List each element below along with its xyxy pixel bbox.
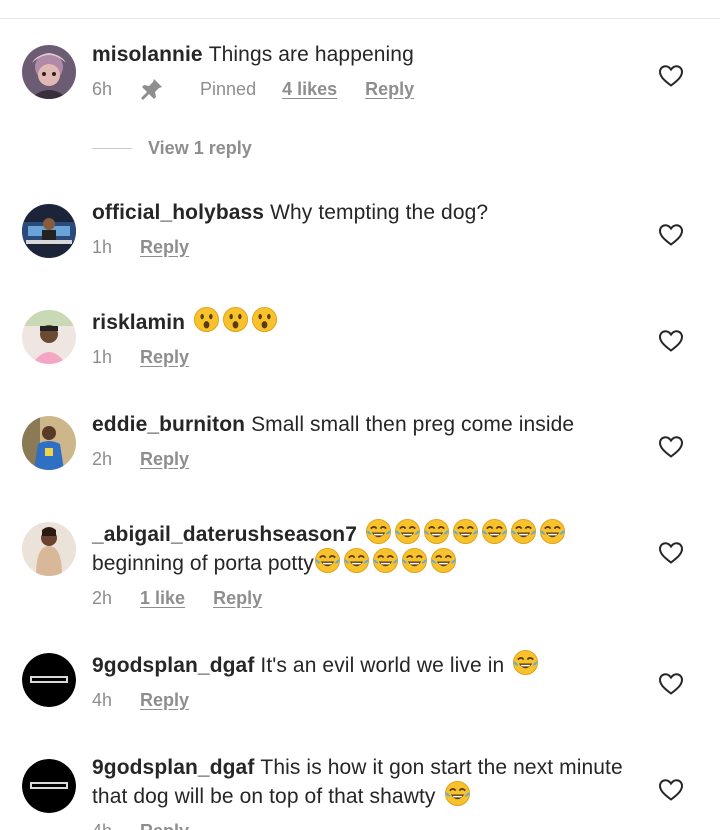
pinned-label: Pinned bbox=[140, 77, 256, 101]
emoji-group bbox=[444, 780, 471, 807]
tears-of-joy-emoji bbox=[510, 518, 537, 545]
reply-button[interactable]: Reply bbox=[213, 588, 262, 609]
avatar[interactable] bbox=[22, 522, 76, 576]
comment-username[interactable]: misolannie bbox=[92, 43, 203, 66]
emoji-group bbox=[512, 649, 539, 676]
reply-button[interactable]: Reply bbox=[140, 821, 189, 830]
reply-button[interactable]: Reply bbox=[365, 79, 414, 100]
heart-icon[interactable] bbox=[658, 435, 684, 459]
comment-text: Things are happening bbox=[208, 43, 414, 66]
heart-icon[interactable] bbox=[658, 541, 684, 565]
comment-text: It's an evil world we live in bbox=[260, 654, 505, 677]
heart-icon[interactable] bbox=[658, 329, 684, 353]
reply-button[interactable]: Reply bbox=[140, 690, 189, 711]
comment-username[interactable]: risklamin bbox=[92, 311, 185, 334]
avatar[interactable] bbox=[22, 45, 76, 99]
comment-username[interactable]: official_holybass bbox=[92, 201, 264, 224]
comment-username[interactable]: eddie_burniton bbox=[92, 413, 245, 436]
comment-text: Small small then preg come inside bbox=[251, 413, 575, 436]
avatar[interactable] bbox=[22, 653, 76, 707]
avatar[interactable] bbox=[22, 416, 76, 470]
tears-of-joy-emoji bbox=[481, 518, 508, 545]
tears-of-joy-emoji bbox=[394, 518, 421, 545]
view-replies-button[interactable]: View 1 reply bbox=[92, 138, 252, 159]
emoji-group bbox=[365, 518, 566, 545]
comment-time: 4h bbox=[92, 821, 112, 830]
heart-icon[interactable] bbox=[658, 672, 684, 696]
view-replies-line bbox=[92, 148, 132, 149]
tears-of-joy-emoji bbox=[444, 780, 471, 807]
tears-of-joy-emoji bbox=[365, 518, 392, 545]
comment-text: Why tempting the dog? bbox=[270, 201, 489, 224]
heart-icon[interactable] bbox=[658, 64, 684, 88]
tears-of-joy-emoji bbox=[539, 518, 566, 545]
comment-time: 1h bbox=[92, 236, 113, 257]
comment-time: 1h bbox=[92, 346, 113, 367]
comment-time: 2h bbox=[92, 587, 113, 608]
tears-of-joy-emoji bbox=[314, 547, 341, 574]
pin-icon bbox=[140, 77, 164, 101]
emoji-group bbox=[314, 547, 457, 574]
astonished-face-emoji bbox=[251, 306, 278, 333]
tears-of-joy-emoji bbox=[430, 547, 457, 574]
reply-button[interactable]: Reply bbox=[140, 449, 189, 470]
tears-of-joy-emoji bbox=[452, 518, 479, 545]
tears-of-joy-emoji bbox=[401, 547, 428, 574]
comment-time: 4h bbox=[92, 689, 113, 710]
tears-of-joy-emoji bbox=[372, 547, 399, 574]
heart-icon[interactable] bbox=[658, 778, 684, 802]
heart-icon[interactable] bbox=[658, 223, 684, 247]
reply-button[interactable]: Reply bbox=[140, 237, 189, 258]
likes-link[interactable]: 1 like bbox=[140, 588, 185, 609]
top-divider bbox=[0, 18, 720, 19]
tears-of-joy-emoji bbox=[343, 547, 370, 574]
comment-time: 2h bbox=[92, 448, 113, 469]
likes-link[interactable]: 4 likes bbox=[282, 79, 337, 100]
comment-username[interactable]: _abigail_daterushseason7 bbox=[92, 523, 357, 546]
emoji-group bbox=[193, 306, 278, 333]
avatar[interactable] bbox=[22, 204, 76, 258]
avatar[interactable] bbox=[22, 759, 76, 813]
comment-username[interactable]: 9godsplan_dgaf bbox=[92, 756, 254, 779]
comment-text: beginning of porta potty bbox=[92, 552, 314, 575]
astonished-face-emoji bbox=[222, 306, 249, 333]
avatar[interactable] bbox=[22, 310, 76, 364]
astonished-face-emoji bbox=[193, 306, 220, 333]
tears-of-joy-emoji bbox=[512, 649, 539, 676]
reply-button[interactable]: Reply bbox=[140, 347, 189, 368]
comment-username[interactable]: 9godsplan_dgaf bbox=[92, 654, 254, 677]
tears-of-joy-emoji bbox=[423, 518, 450, 545]
comment-time: 6h bbox=[92, 78, 113, 99]
